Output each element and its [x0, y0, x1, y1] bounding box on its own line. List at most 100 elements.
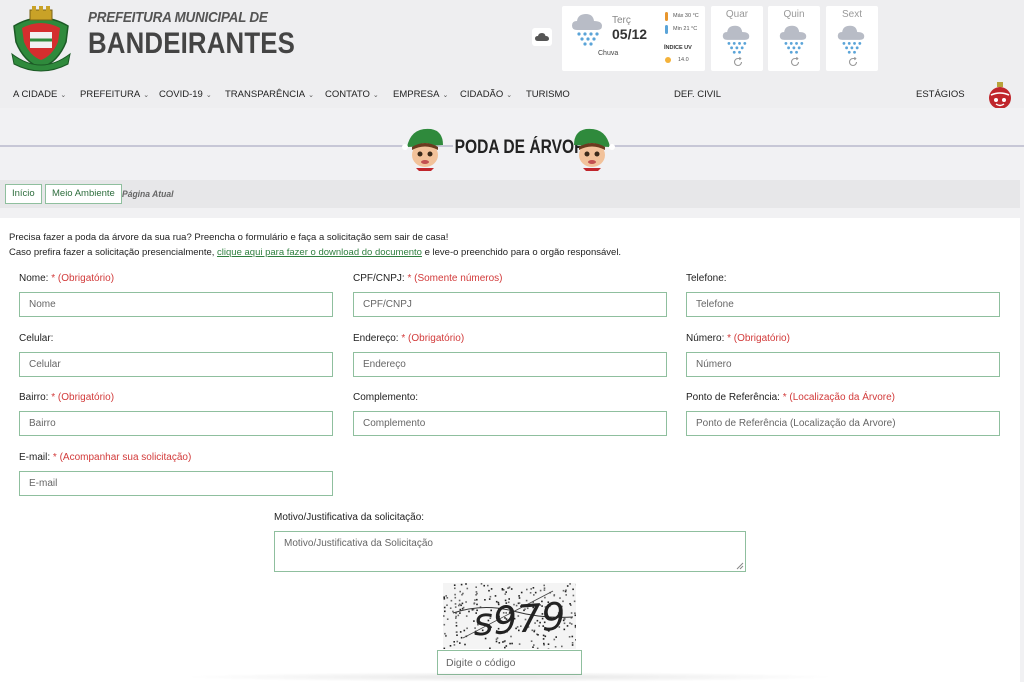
bairro-required: * (Obrigatório)	[51, 392, 115, 403]
email-label: E-mail: * (Acompanhar sua solicitação)	[19, 452, 191, 463]
email-required: * (Acompanhar sua solicitação)	[52, 452, 192, 463]
bairro-input[interactable]	[19, 411, 333, 436]
referencia-required: * (Localização da Árvore)	[782, 392, 896, 403]
sun-icon	[665, 57, 671, 63]
breadcrumb-home[interactable]: Início	[5, 184, 42, 204]
intro-text-1: Precisa fazer a poda da árvore da sua ru…	[9, 232, 449, 243]
endereco-required: * (Obrigatório)	[401, 333, 465, 344]
chevron-down-icon: ⌄	[60, 92, 67, 99]
nav-item-label: DEF. CIVIL	[674, 89, 721, 100]
bairro-label: Bairro: * (Obrigatório)	[19, 392, 114, 403]
resize-grip-icon[interactable]	[735, 561, 744, 570]
bottom-shadow	[180, 672, 840, 682]
weather-condition: Chuva	[598, 50, 619, 57]
numero-input[interactable]	[686, 352, 1000, 377]
breadcrumb-current: Página Atual	[122, 189, 174, 200]
elf-right-icon	[574, 128, 615, 171]
rain-cloud-icon	[722, 25, 750, 54]
nav-item-prefeitura[interactable]: PREFEITURA ⌄	[80, 89, 149, 100]
chevron-down-icon: ⌄	[442, 92, 449, 99]
referencia-label: Ponto de Referência: * (Localização da Á…	[686, 392, 895, 403]
nav-item-label: COVID-19	[159, 89, 203, 100]
main-nav: A CIDADE ⌄ PREFEITURA ⌄ COVID-19 ⌄ TRANSPAR…	[0, 80, 1024, 108]
rain-cloud-icon	[779, 25, 807, 54]
motivo-textarea[interactable]	[274, 531, 746, 572]
nome-required: * (Obrigatório)	[51, 273, 115, 284]
endereco-input[interactable]	[353, 352, 667, 377]
weather-date: 05/12	[612, 26, 648, 42]
site-header: PREFEITURA MUNICIPAL DE BANDEIRANTES Ter…	[0, 0, 1024, 80]
nav-item-label: A CIDADE	[13, 89, 58, 100]
email-label-text: E-mail:	[19, 452, 51, 463]
refresh-icon[interactable]	[790, 57, 800, 67]
weather-forecast-card: Sext	[826, 6, 878, 71]
weather-max: Máx 30 °C	[673, 13, 699, 19]
cpf-required: * (Somente números)	[407, 273, 503, 284]
complemento-label: Complemento:	[353, 392, 419, 403]
nav-item-transparencia[interactable]: TRANSPARÊNCIA ⌄	[225, 89, 314, 100]
rain-cloud-icon	[837, 25, 865, 54]
weather-today-card: Terç 05/12 Chuva Máx 30 °C Min 21 °C ÍND…	[562, 6, 705, 71]
nav-item-turismo[interactable]: TURISMO	[526, 89, 570, 100]
bairro-label-text: Bairro:	[19, 392, 49, 403]
captcha-text: s979	[472, 594, 567, 644]
nav-item-a-cidade[interactable]: A CIDADE ⌄	[13, 89, 66, 100]
forecast-day: Sext	[841, 9, 862, 20]
nav-item-label: TURISMO	[526, 89, 570, 100]
captcha-overlay: s979	[452, 590, 574, 644]
city-crest-icon[interactable]	[8, 6, 74, 72]
nav-item-def-civil[interactable]: DEF. CIVIL	[674, 89, 721, 100]
nome-input[interactable]	[19, 292, 333, 317]
nav-item-label: PREFEITURA	[80, 89, 141, 100]
referencia-input[interactable]	[686, 411, 1000, 436]
brand-title[interactable]: BANDEIRANTES	[88, 27, 295, 61]
chevron-down-icon: ⌄	[506, 92, 513, 99]
cpf-label: CPF/CNPJ: * (Somente números)	[353, 273, 503, 284]
telefone-label: Telefone:	[686, 273, 727, 284]
nome-label: Nome: * (Obrigatório)	[19, 273, 114, 284]
refresh-icon[interactable]	[733, 57, 743, 67]
weather-forecast-card: Quar	[711, 6, 763, 71]
intro-suffix: e leve-o preenchido para o orgão respons…	[421, 247, 622, 258]
nav-item-label: EMPRESA	[393, 89, 440, 100]
motivo-label: Motivo/Justificativa da solicitação:	[274, 512, 425, 523]
nav-item-label: CONTATO	[325, 89, 370, 100]
numero-label-text: Número:	[686, 333, 725, 344]
chevron-down-icon: ⌄	[205, 92, 212, 99]
brand-subtitle: PREFEITURA MUNICIPAL DE	[88, 9, 268, 26]
nav-item-cidadao[interactable]: CIDADÃO ⌄	[460, 89, 512, 100]
numero-required: * (Obrigatório)	[727, 333, 790, 344]
forecast-day: Quin	[783, 9, 805, 20]
weather-forecast-card: Quin	[768, 6, 820, 71]
cpf-input[interactable]	[353, 292, 667, 317]
download-document-link[interactable]: clique aqui para fazer o download do doc…	[217, 247, 422, 258]
weather-day: Terç	[612, 15, 631, 26]
elf-left-icon	[402, 128, 443, 171]
nav-item-contato[interactable]: CONTATO ⌄	[325, 89, 379, 100]
weather-toggle-button[interactable]	[532, 28, 552, 46]
nav-item-label: TRANSPARÊNCIA	[225, 89, 306, 100]
chevron-down-icon: ⌄	[308, 92, 314, 99]
cloud-icon	[535, 33, 549, 41]
celular-label: Celular:	[19, 333, 54, 344]
nav-item-covid[interactable]: COVID-19 ⌄	[159, 89, 212, 100]
email-input[interactable]	[19, 471, 333, 496]
endereco-label-text: Endereço:	[353, 333, 399, 344]
referencia-label-text: Ponto de Referência:	[686, 392, 780, 403]
celular-input[interactable]	[19, 352, 333, 377]
complemento-input[interactable]	[353, 411, 667, 436]
refresh-icon[interactable]	[848, 57, 858, 67]
nome-label-text: Nome:	[19, 273, 49, 284]
forecast-day: Quar	[725, 9, 749, 20]
intro-text-2: Caso prefira fazer a solicitação presenc…	[9, 247, 621, 258]
chevron-down-icon: ⌄	[372, 92, 379, 99]
nav-item-estagios[interactable]: ESTÁGIOS	[916, 89, 965, 100]
weather-min: Min 21 °C	[673, 26, 698, 32]
uv-label: ÍNDICE UV	[664, 45, 692, 51]
rain-cloud-icon	[572, 14, 602, 46]
breadcrumb-meio-ambiente[interactable]: Meio Ambiente	[45, 184, 122, 204]
nav-item-label: CIDADÃO	[460, 89, 504, 100]
telefone-input[interactable]	[686, 292, 1000, 317]
nav-item-empresa[interactable]: EMPRESA ⌄	[393, 89, 448, 100]
numero-label: Número: * (Obrigatório)	[686, 333, 790, 344]
